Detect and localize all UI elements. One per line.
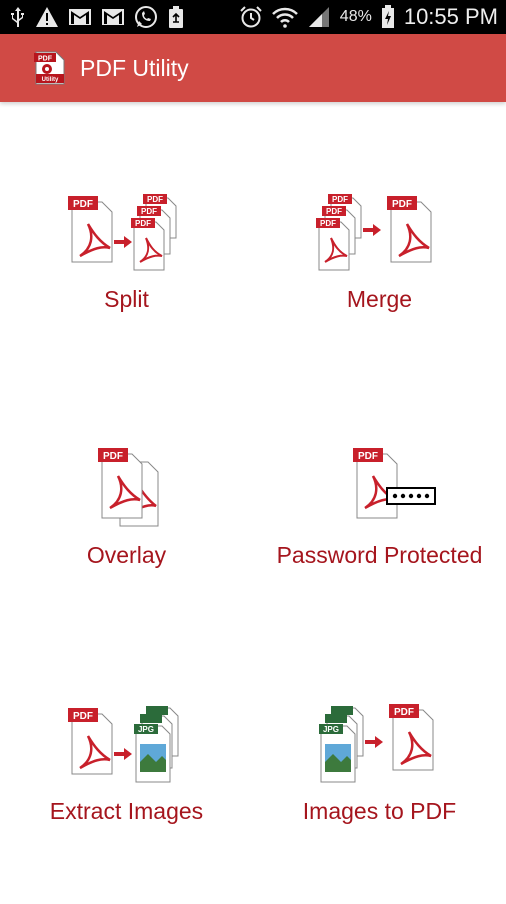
svg-text:PDF: PDF [394, 707, 414, 718]
app-title: PDF Utility [80, 54, 189, 81]
images-to-pdf-button[interactable]: JPG PDF Images to PDF [253, 704, 506, 904]
clock: 10:55 PM [403, 4, 498, 29]
usb-icon [10, 6, 26, 28]
merge-label: Merge [346, 286, 413, 312]
split-button[interactable]: PDF PDF PDF PDF Split [0, 192, 253, 392]
whatsapp-icon [134, 5, 158, 29]
status-bar-left [10, 5, 185, 29]
gmail-icon [101, 8, 125, 26]
logo-utility-text: Utility [42, 77, 59, 83]
svg-text:PDF: PDF [392, 199, 412, 210]
password-pdf-icon: PDF [352, 448, 436, 519]
svg-text:PDF: PDF [103, 451, 123, 462]
svg-text:PDF: PDF [147, 195, 163, 204]
overlay-button[interactable]: PDF Overlay [0, 448, 253, 648]
battery-icon [381, 5, 395, 29]
svg-text:PDF: PDF [73, 199, 93, 210]
password-protected-label: Password Protected [276, 542, 483, 568]
split-label: Split [104, 286, 149, 312]
extract-images-icon: PDF JPG [67, 706, 178, 783]
svg-text:PDF: PDF [320, 219, 336, 228]
merge-button[interactable]: PDF PDF PDF PDF Merge [253, 192, 506, 392]
svg-text:PDF: PDF [73, 711, 93, 722]
logo-pdf-text: PDF [38, 56, 53, 63]
wifi-icon [271, 6, 298, 28]
alarm-icon [239, 5, 263, 29]
signal-icon [307, 6, 331, 28]
svg-text:JPG: JPG [137, 725, 153, 734]
svg-text:PDF: PDF [141, 207, 157, 216]
warning-icon [35, 6, 59, 28]
extract-images-label: Extract Images [49, 798, 204, 824]
split-pdf-icon: PDF PDF PDF PDF [67, 194, 176, 271]
recycle-icon [167, 5, 185, 29]
svg-text:PDF: PDF [332, 195, 348, 204]
password-field-icon [385, 487, 436, 505]
status-bar-right: 48% 10:55 PM [239, 4, 498, 30]
svg-text:JPG: JPG [322, 725, 338, 734]
battery-percent: 48% [339, 8, 372, 25]
status-bar: 48% 10:55 PM [0, 0, 506, 34]
pdf-utility-logo-icon: PDF Utility [34, 51, 65, 85]
gmail-icon [68, 8, 92, 26]
images-to-pdf-label: Images to PDF [302, 798, 457, 824]
overlay-pdf-icon: PDF [97, 448, 158, 527]
merge-pdf-icon: PDF PDF PDF PDF [315, 194, 431, 271]
app-bar: PDF Utility PDF Utility [0, 34, 506, 102]
images-to-pdf-icon: JPG PDF [318, 704, 433, 783]
svg-text:PDF: PDF [326, 207, 342, 216]
svg-text:PDF: PDF [358, 451, 378, 462]
extract-images-button[interactable]: PDF JPG Extract Images [0, 704, 253, 904]
overlay-label: Overlay [86, 542, 167, 568]
password-protected-button[interactable]: PDF Password Protected [253, 448, 506, 648]
svg-text:PDF: PDF [135, 219, 151, 228]
tool-grid: PDF PDF PDF PDF Split PDF PDF PDF PDF Me… [0, 102, 506, 900]
